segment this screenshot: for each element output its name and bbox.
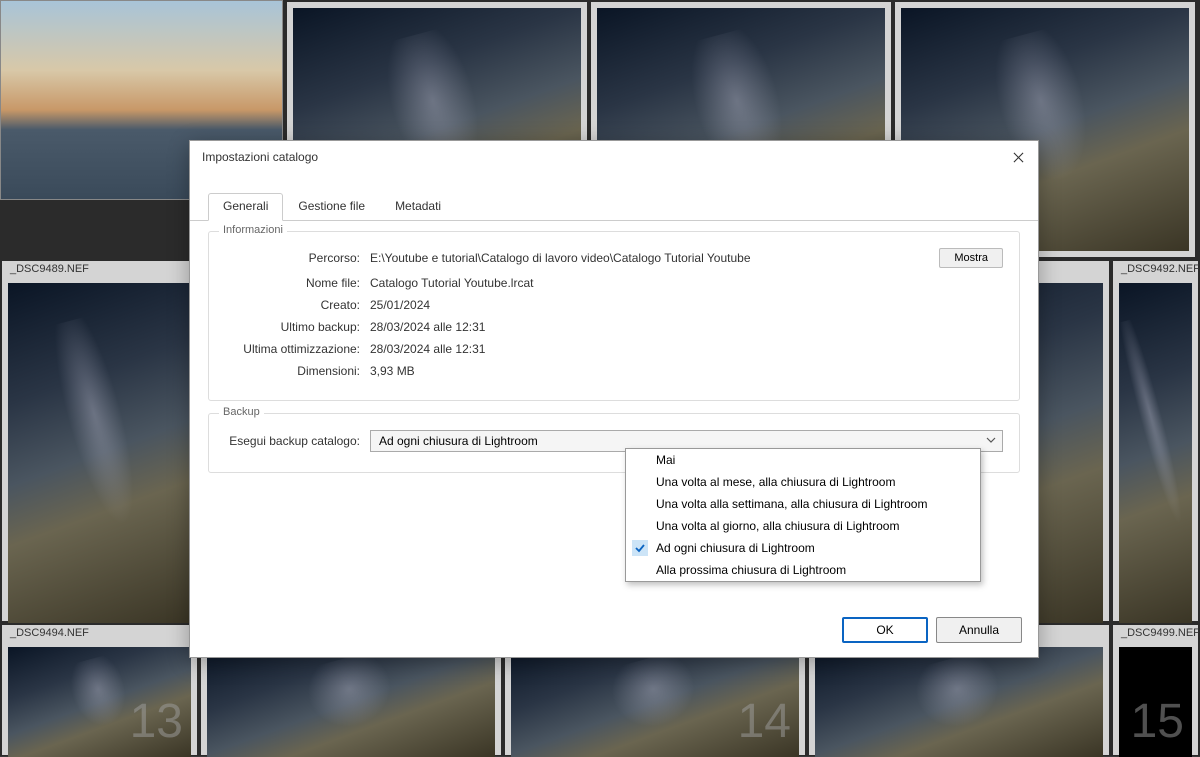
dialog-titlebar: Impostazioni catalogo [190, 141, 1038, 173]
dropdown-option-daily[interactable]: Una volta al giorno, alla chiusura di Li… [626, 515, 980, 537]
tab-general[interactable]: Generali [208, 193, 283, 221]
backup-schedule-dropdown: Mai Una volta al mese, alla chiusura di … [625, 448, 981, 582]
filename-label: Nome file: [225, 276, 360, 290]
backup-legend: Backup [219, 406, 264, 418]
filename-value: Catalogo Tutorial Youtube.lrcat [370, 276, 1003, 290]
thumb-filename: _DSC9499.NEF [1121, 627, 1200, 639]
size-label: Dimensioni: [225, 364, 360, 378]
close-icon[interactable] [1010, 149, 1026, 165]
combo-selected-text: Ad ogni chiusura di Lightroom [379, 434, 538, 448]
last-backup-label: Ultimo backup: [225, 320, 360, 334]
chevron-down-icon [986, 434, 996, 448]
dialog-title: Impostazioni catalogo [202, 150, 318, 164]
information-fieldset: Informazioni Percorso: E:\Youtube e tuto… [208, 231, 1020, 401]
last-optimize-label: Ultima ottimizzazione: [225, 342, 360, 356]
last-backup-value: 28/03/2024 alle 12:31 [370, 320, 1003, 334]
tab-file-handling[interactable]: Gestione file [283, 193, 380, 220]
cancel-button[interactable]: Annulla [936, 617, 1022, 643]
check-icon [632, 540, 648, 556]
information-legend: Informazioni [219, 224, 287, 236]
backup-schedule-label: Esegui backup catalogo: [225, 434, 360, 448]
dropdown-option-next-close[interactable]: Alla prossima chiusura di Lightroom [626, 559, 980, 581]
thumb-filename: _DSC9492.NEF [1121, 263, 1200, 275]
path-label: Percorso: [225, 251, 360, 265]
thumb-filename: _DSC9494.NEF [10, 627, 89, 639]
dialog-button-row: OK Annulla [190, 607, 1038, 657]
dropdown-option-weekly[interactable]: Una volta alla settimana, alla chiusura … [626, 493, 980, 515]
created-label: Creato: [225, 298, 360, 312]
dropdown-option-monthly[interactable]: Una volta al mese, alla chiusura di Ligh… [626, 471, 980, 493]
size-value: 3,93 MB [370, 364, 1003, 378]
dropdown-option-every-close[interactable]: Ad ogni chiusura di Lightroom [626, 537, 980, 559]
ok-button[interactable]: OK [842, 617, 928, 643]
last-optimize-value: 28/03/2024 alle 12:31 [370, 342, 1003, 356]
dropdown-option-never[interactable]: Mai [626, 449, 980, 471]
tab-strip: Generali Gestione file Metadati [190, 193, 1038, 221]
tab-metadata[interactable]: Metadati [380, 193, 456, 220]
path-value: E:\Youtube e tutorial\Catalogo di lavoro… [370, 251, 939, 265]
created-value: 25/01/2024 [370, 298, 1003, 312]
show-button[interactable]: Mostra [939, 248, 1003, 268]
thumb-filename: _DSC9489.NEF [10, 263, 89, 275]
